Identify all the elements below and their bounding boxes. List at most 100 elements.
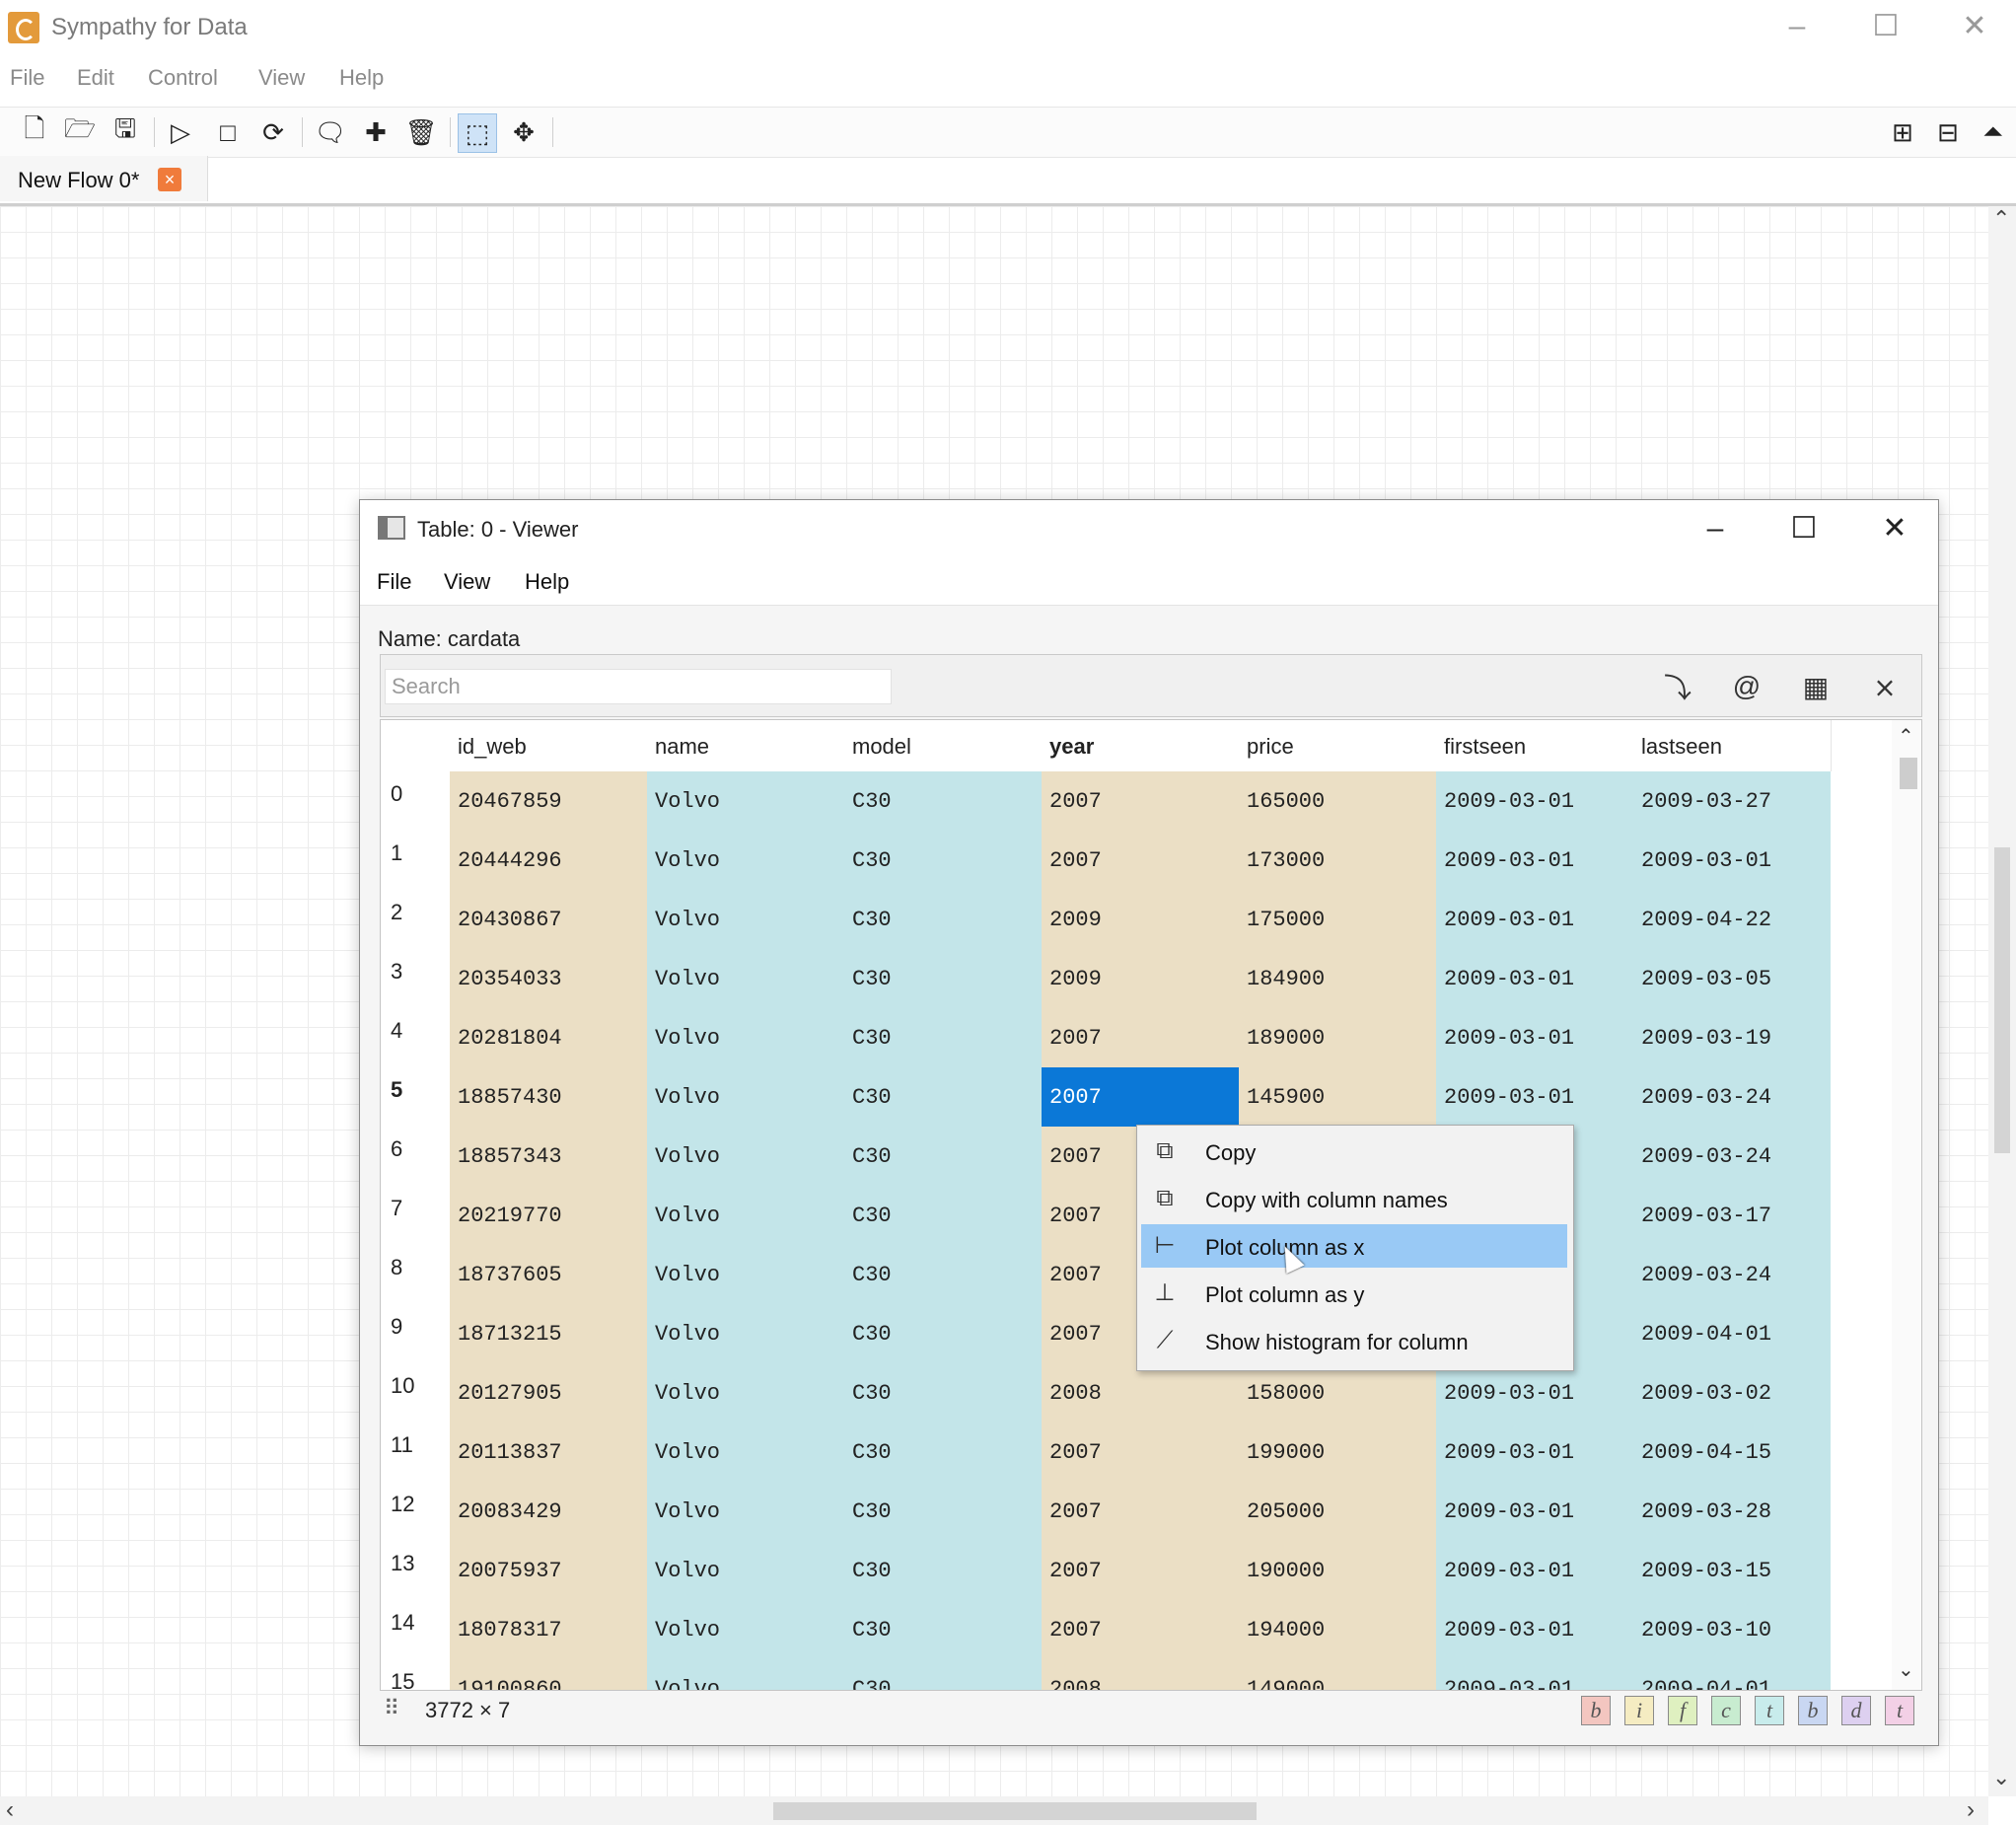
maximize-button[interactable]: ☐	[1866, 10, 1906, 43]
table-cell[interactable]: 194000	[1239, 1600, 1436, 1659]
table-cell[interactable]: 2009-03-19	[1633, 1008, 1831, 1067]
table-cell[interactable]: C30	[844, 1600, 1042, 1659]
table-cell[interactable]: 2009-03-28	[1633, 1482, 1831, 1541]
table-cell[interactable]: Volvo	[647, 1067, 844, 1127]
table-cell[interactable]: 2007	[1042, 1600, 1239, 1659]
table-cell[interactable]: 19100860	[450, 1659, 647, 1690]
table-cell[interactable]: C30	[844, 1482, 1042, 1541]
viewer-menu-view[interactable]: View	[444, 569, 490, 595]
table-cell[interactable]: 2009-03-01	[1436, 1363, 1633, 1423]
table-cell[interactable]: C30	[844, 1186, 1042, 1245]
column-header-model[interactable]: model	[844, 720, 1043, 771]
email-icon[interactable]: @	[1724, 665, 1769, 708]
column-header-price[interactable]: price	[1239, 720, 1437, 771]
table-cell[interactable]: 20354033	[450, 949, 647, 1008]
row-index[interactable]: 6	[381, 1127, 450, 1186]
menu-item-show-histogram[interactable]: ⟋ Show histogram for column	[1141, 1319, 1567, 1362]
table-cell[interactable]: C30	[844, 831, 1042, 890]
canvas-vertical-scrollbar[interactable]: ⌃ ⌄	[1988, 206, 2016, 1796]
type-badge[interactable]: c	[1711, 1696, 1741, 1725]
table-cell[interactable]: 20444296	[450, 831, 647, 890]
scroll-up-icon[interactable]: ⌃	[1898, 724, 1914, 749]
close-button[interactable]: ✕	[1955, 10, 1994, 43]
column-header-lastseen[interactable]: lastseen	[1633, 720, 1832, 771]
table-cell[interactable]: 2007	[1042, 1008, 1239, 1067]
save-icon[interactable]: 🖫	[107, 113, 144, 151]
menu-item-plot-column-as-x[interactable]: ⊢ Plot column as x	[1141, 1224, 1567, 1268]
row-index[interactable]: 12	[381, 1482, 450, 1541]
table-cell[interactable]: C30	[844, 1659, 1042, 1690]
table-cell[interactable]: 184900	[1239, 949, 1436, 1008]
table-cell[interactable]: 2009-03-17	[1633, 1186, 1831, 1245]
table-cell[interactable]: 2009-03-01	[1436, 890, 1633, 949]
table-cell[interactable]: 2007	[1042, 1423, 1239, 1482]
type-badge[interactable]: f	[1668, 1696, 1697, 1725]
table-cell[interactable]: C30	[844, 1067, 1042, 1127]
table-cell[interactable]: Volvo	[647, 1541, 844, 1600]
tab-close-icon[interactable]: ×	[158, 168, 181, 191]
table-cell[interactable]: C30	[844, 1245, 1042, 1304]
table-cell[interactable]: 175000	[1239, 890, 1436, 949]
scroll-thumb[interactable]	[773, 1802, 1257, 1820]
new-file-icon[interactable]: 🗋	[16, 113, 53, 151]
table-cell[interactable]: 149000	[1239, 1659, 1436, 1690]
type-badge[interactable]: b	[1581, 1696, 1611, 1725]
column-header-year[interactable]: year	[1042, 720, 1240, 771]
table-cell[interactable]: 2007	[1042, 1482, 1239, 1541]
table-cell[interactable]: 2009-03-24	[1633, 1127, 1831, 1186]
table-cell[interactable]: 2009-03-05	[1633, 949, 1831, 1008]
table-cell[interactable]: Volvo	[647, 771, 844, 831]
menu-item-copy[interactable]: ⧉ Copy	[1141, 1130, 1567, 1173]
table-cell[interactable]: C30	[844, 1423, 1042, 1482]
search-input[interactable]	[385, 669, 892, 704]
table-cell[interactable]: 18857343	[450, 1127, 647, 1186]
table-cell[interactable]: 2008	[1042, 1659, 1239, 1690]
table-cell[interactable]: Volvo	[647, 1008, 844, 1067]
type-badge[interactable]: t	[1885, 1696, 1914, 1725]
table-cell[interactable]: 2009-03-01	[1436, 949, 1633, 1008]
viewer-close-button[interactable]: ✕	[1873, 510, 1916, 548]
row-index[interactable]: 5	[381, 1067, 450, 1127]
table-cell[interactable]: 18078317	[450, 1600, 647, 1659]
type-badge[interactable]: d	[1841, 1696, 1871, 1725]
plot-icon[interactable]: ⨯	[1862, 665, 1908, 708]
scroll-up-icon[interactable]: ⌃	[1992, 206, 2010, 232]
table-cell[interactable]: 20075937	[450, 1541, 647, 1600]
table-cell[interactable]: 199000	[1239, 1423, 1436, 1482]
table-cell[interactable]: 190000	[1239, 1541, 1436, 1600]
minimize-button[interactable]: –	[1777, 10, 1817, 43]
viewer-maximize-button[interactable]: ☐	[1782, 510, 1826, 548]
table-cell[interactable]: Volvo	[647, 1363, 844, 1423]
table-cell[interactable]: 18713215	[450, 1304, 647, 1363]
table-cell[interactable]: C30	[844, 1541, 1042, 1600]
transpose-icon[interactable]: ⤵	[1655, 665, 1700, 708]
menu-file[interactable]: File	[10, 65, 44, 91]
table-cell[interactable]: 20467859	[450, 771, 647, 831]
table-cell[interactable]: Volvo	[647, 831, 844, 890]
table-cell[interactable]: 2007	[1042, 1067, 1239, 1127]
run-icon[interactable]: ▷	[162, 113, 199, 151]
open-folder-icon[interactable]: 🗁	[61, 113, 99, 151]
row-index[interactable]: 13	[381, 1541, 450, 1600]
table-cell[interactable]: 2007	[1042, 771, 1239, 831]
table-cell[interactable]: C30	[844, 1304, 1042, 1363]
row-index[interactable]: 14	[381, 1600, 450, 1659]
reload-icon[interactable]: ⟳	[254, 113, 292, 151]
table-cell[interactable]: Volvo	[647, 1600, 844, 1659]
table-cell[interactable]: Volvo	[647, 1186, 844, 1245]
row-index[interactable]: 4	[381, 1008, 450, 1067]
type-badge[interactable]: t	[1755, 1696, 1784, 1725]
table-cell[interactable]: 2009-03-02	[1633, 1363, 1831, 1423]
table-cell[interactable]: Volvo	[647, 1304, 844, 1363]
table-cell[interactable]: 20281804	[450, 1008, 647, 1067]
table-cell[interactable]: C30	[844, 771, 1042, 831]
table-cell[interactable]: 20083429	[450, 1482, 647, 1541]
calculator-icon[interactable]: ▦	[1793, 665, 1838, 708]
viewer-menu-help[interactable]: Help	[525, 569, 569, 595]
canvas-horizontal-scrollbar[interactable]: ‹ ›	[0, 1796, 1988, 1825]
table-cell[interactable]: 18857430	[450, 1067, 647, 1127]
table-cell[interactable]: C30	[844, 1008, 1042, 1067]
table-cell[interactable]: 2009-03-01	[1436, 1423, 1633, 1482]
table-cell[interactable]: 2009-03-01	[1436, 1541, 1633, 1600]
type-badge[interactable]: i	[1624, 1696, 1654, 1725]
